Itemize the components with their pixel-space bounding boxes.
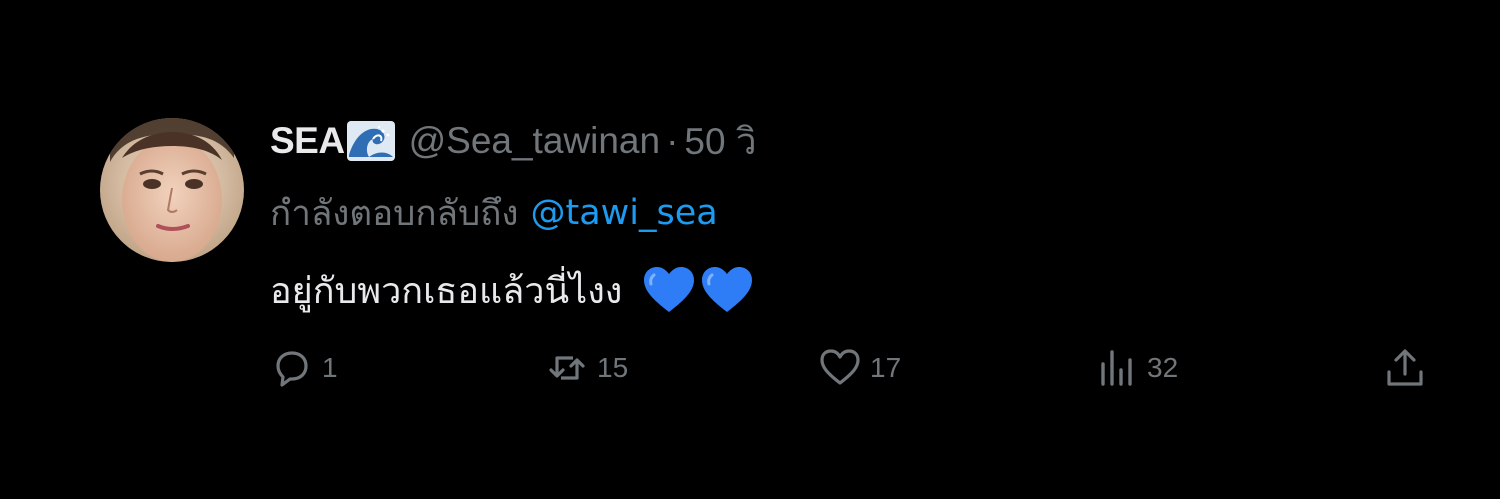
share-button[interactable] bbox=[1383, 340, 1427, 396]
reply-bubble-icon bbox=[276, 351, 308, 387]
like-count: 17 bbox=[870, 352, 902, 383]
water-wave-emoji-icon bbox=[346, 121, 395, 161]
tweet-header: SEA @Sea_tawinan · 50 วิ bbox=[270, 116, 757, 166]
avatar-photo bbox=[100, 118, 244, 262]
heart-outline-icon bbox=[820, 349, 860, 385]
reply-prefix-label: กำลังตอบกลับถึง bbox=[270, 193, 519, 234]
blue-heart-emoji-icon bbox=[702, 267, 753, 312]
reply-count: 1 bbox=[322, 352, 338, 383]
retweet-button[interactable]: 15 bbox=[545, 340, 628, 396]
views-button[interactable]: 32 bbox=[1095, 340, 1178, 396]
reply-context: กำลังตอบกลับถึง @tawi_sea bbox=[270, 188, 718, 238]
reply-mention-link[interactable]: @tawi_sea bbox=[531, 193, 718, 233]
user-handle[interactable]: @Sea_tawinan bbox=[409, 120, 661, 162]
analytics-bars-icon bbox=[1101, 350, 1132, 386]
emoji-group bbox=[642, 265, 754, 315]
like-button[interactable]: 17 bbox=[818, 340, 901, 396]
retweet-count: 15 bbox=[597, 352, 629, 383]
blue-heart-emoji-icon bbox=[644, 267, 695, 312]
action-bar: 1 15 17 32 bbox=[0, 340, 1500, 396]
avatar[interactable] bbox=[100, 118, 244, 262]
views-count: 32 bbox=[1147, 352, 1179, 383]
retweet-icon bbox=[549, 356, 585, 380]
share-upload-icon bbox=[1387, 349, 1423, 386]
separator-dot: · bbox=[666, 120, 679, 161]
display-name[interactable]: SEA bbox=[270, 120, 345, 162]
tweet-text-content: อยู่กับพวกเธอแล้วนี่ไงง bbox=[270, 270, 623, 312]
tweet-text: อยู่กับพวกเธอแล้วนี่ไงง bbox=[270, 262, 754, 318]
reply-button[interactable]: 1 bbox=[270, 340, 338, 396]
timestamp[interactable]: 50 วิ bbox=[684, 112, 756, 171]
tweet-card[interactable]: SEA @Sea_tawinan · 50 วิ กำลังตอบกลับถึง… bbox=[0, 0, 1500, 499]
